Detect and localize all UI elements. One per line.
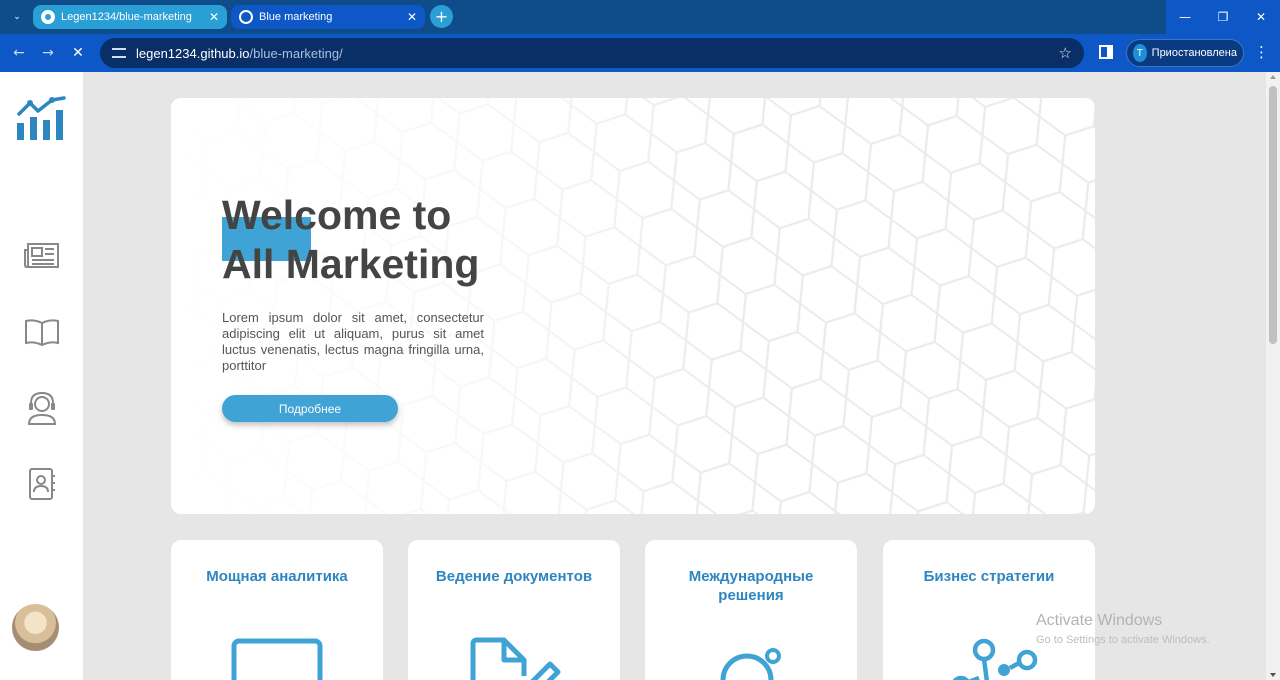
scrollbar-thumb[interactable] xyxy=(1269,86,1277,344)
chart-logo-icon[interactable] xyxy=(16,96,68,142)
contacts-icon[interactable] xyxy=(22,464,62,504)
profile-avatar: T xyxy=(1133,44,1147,62)
stop-loading-button[interactable]: ✕ xyxy=(67,42,89,64)
newspaper-icon[interactable] xyxy=(22,236,62,276)
tab-close-icon[interactable]: ✕ xyxy=(407,10,417,24)
card-title: Международные решения xyxy=(688,568,814,604)
hexagon-pattern xyxy=(171,98,1095,514)
card-title: Ведение документов xyxy=(435,568,593,585)
tab-blue-marketing[interactable]: Blue marketing ✕ xyxy=(231,5,425,29)
url-host: legen1234.github.io xyxy=(136,45,250,61)
address-bar[interactable]: legen1234.github.io /blue-marketing/ ☆ xyxy=(100,38,1084,68)
hero-title-line1: Welcome to xyxy=(222,192,452,238)
hero-banner: Welcome to All Marketing Lorem ipsum dol… xyxy=(171,98,1095,514)
more-button[interactable]: Подробнее xyxy=(222,395,398,422)
feature-card-international[interactable]: Международные решения xyxy=(645,540,857,680)
card-title: Мощная аналитика xyxy=(206,568,348,585)
feature-card-analytics[interactable]: Мощная аналитика xyxy=(171,540,383,680)
close-window-button[interactable]: ✕ xyxy=(1242,0,1280,34)
browser-menu-icon[interactable]: ⋮ xyxy=(1254,43,1269,61)
site-settings-icon[interactable] xyxy=(112,48,126,58)
hero-title: Welcome to All Marketing xyxy=(222,191,542,289)
globe-icon xyxy=(720,648,781,680)
network-icon xyxy=(952,638,1038,680)
profile-button[interactable]: T Приостановлена xyxy=(1126,39,1244,67)
profile-status: Приостановлена xyxy=(1151,47,1237,59)
browser-toolbar: ← → ✕ legen1234.github.io /blue-marketin… xyxy=(0,34,1280,72)
scroll-up-icon[interactable] xyxy=(1270,75,1276,79)
page-scrollbar[interactable] xyxy=(1266,72,1280,680)
tab-search-button[interactable]: ⌄ xyxy=(6,6,28,28)
feature-card-strategy[interactable]: Бизнес стратегии xyxy=(883,540,1095,680)
bookmark-star-icon[interactable]: ☆ xyxy=(1059,44,1072,62)
side-panel-icon[interactable] xyxy=(1099,45,1113,59)
hero-title-line2: All Marketing xyxy=(222,241,480,287)
loading-icon xyxy=(239,10,253,24)
book-icon[interactable] xyxy=(22,312,62,352)
windows-activation-title: Activate Windows xyxy=(1036,612,1163,629)
window-controls: — ❐ ✕ xyxy=(1166,0,1280,34)
tab-title: Legen1234/blue-marketing xyxy=(61,11,192,23)
tab-close-icon[interactable]: ✕ xyxy=(209,10,219,24)
document-edit-icon xyxy=(470,637,561,680)
user-avatar[interactable] xyxy=(12,604,59,651)
tab-title: Blue marketing xyxy=(259,11,333,23)
card-title: Бизнес стратегии xyxy=(923,568,1055,585)
new-tab-button[interactable]: + xyxy=(430,5,453,28)
monitor-icon xyxy=(231,638,323,680)
web-page: Welcome to All Marketing Lorem ipsum dol… xyxy=(0,72,1266,680)
support-agent-icon[interactable] xyxy=(22,388,62,428)
tab-github[interactable]: Legen1234/blue-marketing ✕ xyxy=(33,5,227,29)
forward-button[interactable]: → xyxy=(37,42,59,64)
browser-tabstrip: ⌄ Legen1234/blue-marketing ✕ Blue market… xyxy=(0,0,1280,34)
scroll-down-icon[interactable] xyxy=(1270,673,1276,677)
github-icon xyxy=(41,10,55,24)
minimize-button[interactable]: — xyxy=(1166,0,1204,34)
feature-card-documents[interactable]: Ведение документов xyxy=(408,540,620,680)
hero-description: Lorem ipsum dolor sit amet, consectetur … xyxy=(222,310,484,373)
back-button[interactable]: ← xyxy=(8,42,30,64)
url-path: /blue-marketing/ xyxy=(249,45,343,61)
sidebar xyxy=(0,72,83,680)
restore-button[interactable]: ❐ xyxy=(1204,0,1242,34)
windows-activation-subtitle: Go to Settings to activate Windows. xyxy=(1036,634,1210,646)
